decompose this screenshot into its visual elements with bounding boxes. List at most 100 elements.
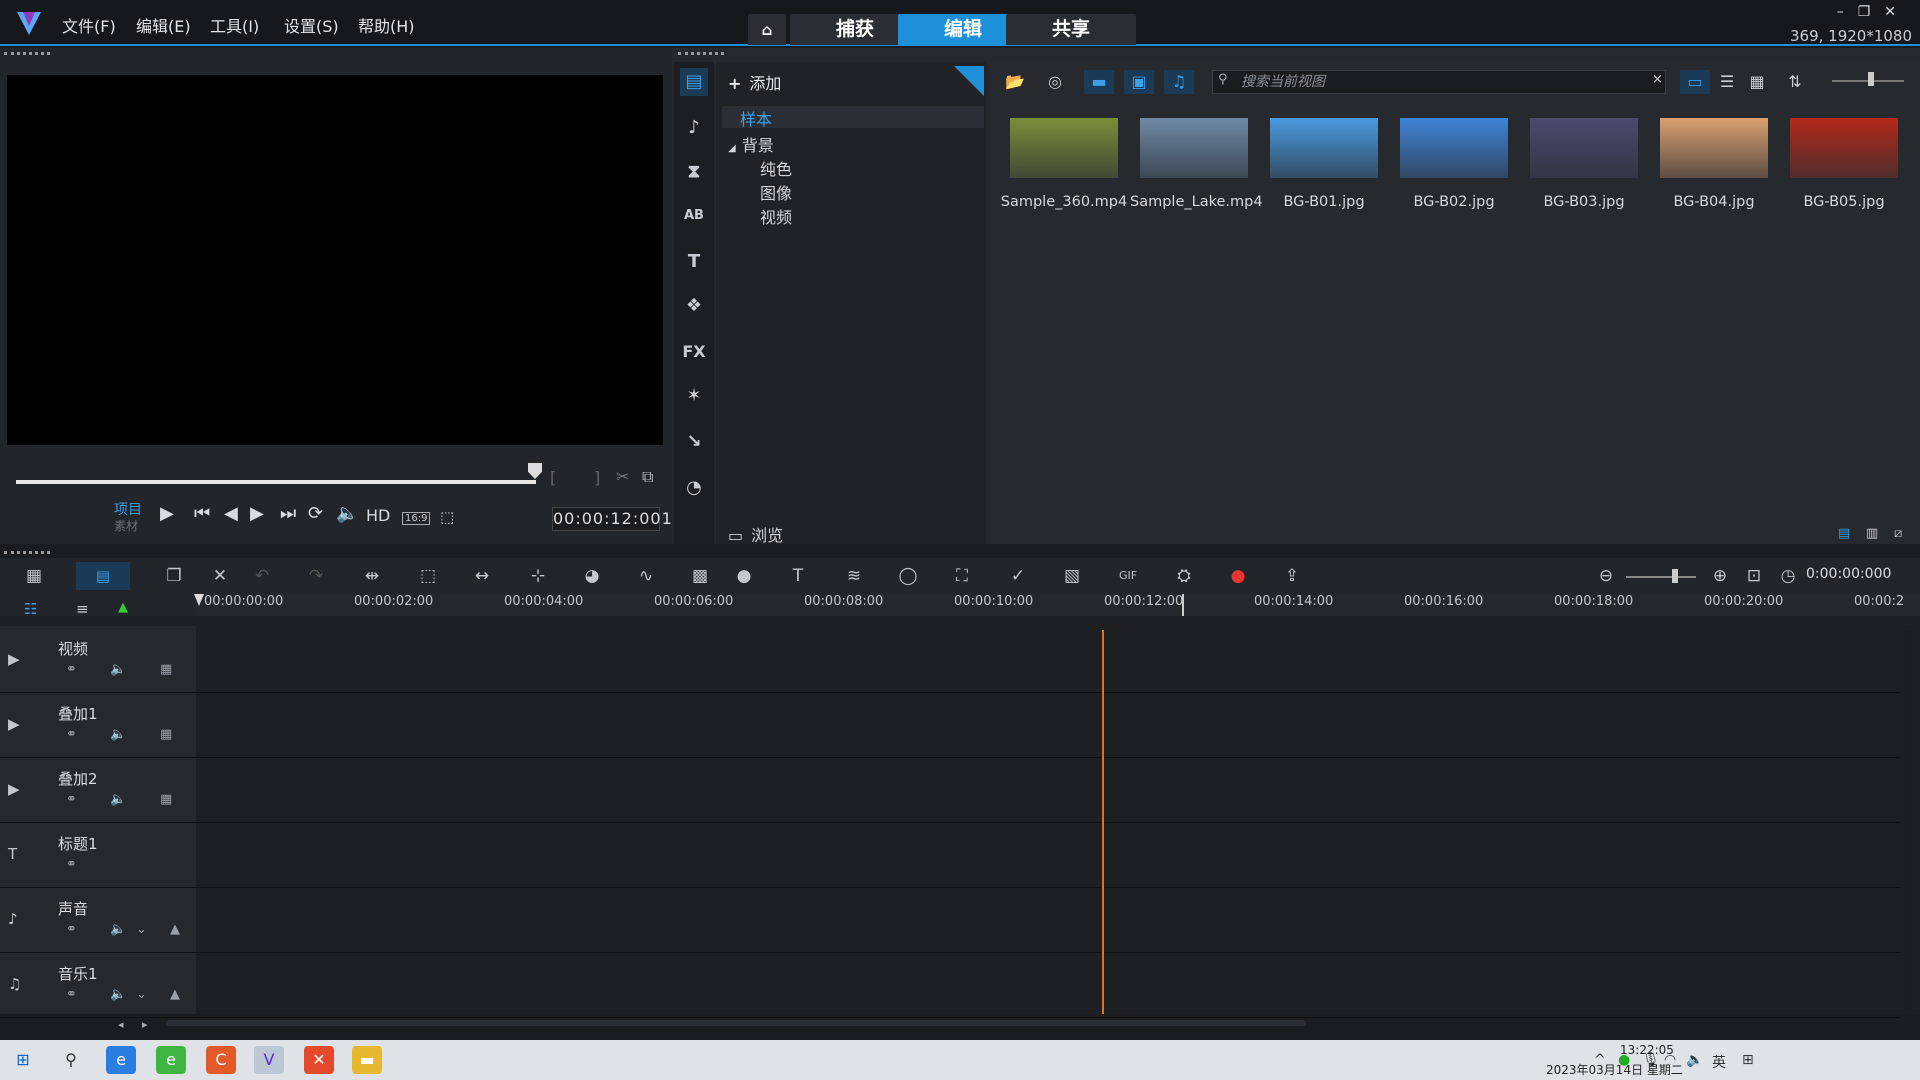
- timecode-display[interactable]: 00:00:12:001: [552, 507, 672, 531]
- multicam-icon[interactable]: ▩: [686, 564, 714, 588]
- tree-item-background[interactable]: ◢ 背景: [728, 132, 774, 156]
- timeline-track[interactable]: [0, 758, 1900, 823]
- display-mode-icon[interactable]: ⬚: [440, 508, 454, 526]
- timeline-ruler[interactable]: [196, 594, 1920, 616]
- track-transparency-icon[interactable]: ▦: [160, 792, 172, 807]
- record-voice-icon[interactable]: ●: [1224, 564, 1252, 588]
- show-photo-icon[interactable]: ▣: [1124, 70, 1154, 94]
- browse-button[interactable]: ▭ 浏览: [728, 522, 783, 546]
- timeline-view-button[interactable]: ▤: [76, 562, 130, 590]
- clock-date[interactable]: 2023年03月14日 星期二: [1546, 1061, 1683, 1078]
- ime-mode-icon[interactable]: ⊞: [1742, 1052, 1754, 1068]
- clip-mode-label[interactable]: 素材: [114, 517, 138, 534]
- mute-icon[interactable]: 🔈: [110, 727, 126, 742]
- menu-settings[interactable]: 设置(S): [284, 13, 339, 37]
- zoom-handle[interactable]: [1672, 569, 1678, 583]
- project-mode-label[interactable]: 项目: [114, 499, 142, 519]
- timeline-track[interactable]: [0, 823, 1900, 888]
- panel-layout-icon[interactable]: ▤: [1838, 526, 1850, 541]
- timeline-track[interactable]: [0, 693, 1900, 758]
- subtitle-icon[interactable]: T: [784, 564, 812, 588]
- library-thumbnail[interactable]: BG-B04.jpg: [1650, 112, 1778, 212]
- close-icon[interactable]: ✕: [1884, 4, 1910, 20]
- speed-gauge-icon[interactable]: ◔: [680, 474, 708, 502]
- ime-language[interactable]: 英: [1712, 1052, 1726, 1072]
- split-clip-icon[interactable]: ✂: [616, 467, 629, 486]
- search-taskbar-icon[interactable]: ⚲: [56, 1046, 86, 1074]
- auto-music-icon[interactable]: ✓: [1004, 564, 1032, 588]
- screen-record-icon[interactable]: ▧: [1058, 564, 1086, 588]
- end-icon[interactable]: ⏭: [280, 503, 296, 524]
- title-icon[interactable]: T: [680, 248, 708, 276]
- clock-time[interactable]: 13:22:05: [1620, 1043, 1674, 1057]
- search-input[interactable]: 搜索当前视图: [1212, 70, 1666, 94]
- home-start-icon[interactable]: ⏮: [194, 503, 210, 524]
- ripple-edit-icon[interactable]: ▲: [118, 600, 128, 615]
- timeline-track[interactable]: [0, 953, 1900, 1018]
- playhead[interactable]: [1102, 630, 1104, 1014]
- trim-icon[interactable]: ↔: [468, 564, 496, 588]
- library-thumbnail[interactable]: Sample_Lake.mp4: [1130, 112, 1263, 212]
- timeline-scrollbar[interactable]: [166, 1020, 1306, 1026]
- copy-icon[interactable]: ❐: [160, 564, 188, 588]
- browser-360-icon[interactable]: e: [156, 1046, 186, 1074]
- show-video-icon[interactable]: ▬: [1084, 70, 1114, 94]
- speaker-icon[interactable]: 🔈: [1686, 1052, 1703, 1068]
- link-icon[interactable]: ⚭: [66, 662, 77, 677]
- transition-icon[interactable]: ⧗: [680, 158, 708, 186]
- video-track-icon[interactable]: ▶: [8, 650, 20, 668]
- start-windows-icon[interactable]: ⊞: [8, 1046, 38, 1074]
- path-icon[interactable]: ↘: [680, 428, 708, 456]
- title-track-icon[interactable]: T: [8, 845, 17, 863]
- clear-search-icon[interactable]: ×: [1652, 72, 1663, 87]
- redo-icon[interactable]: ↷: [302, 564, 330, 588]
- track-priority-icon[interactable]: ▲: [170, 987, 180, 1002]
- link-icon[interactable]: ⚭: [66, 792, 77, 807]
- audio-waveform-icon[interactable]: ∿: [632, 564, 660, 588]
- voice-track-icon[interactable]: ♪: [8, 910, 18, 928]
- vertical-scrollbar[interactable]: [1904, 630, 1912, 1010]
- window-controls[interactable]: –❐✕: [1837, 4, 1910, 20]
- timeline-track[interactable]: [0, 888, 1900, 953]
- scroll-left-icon[interactable]: ◂: [118, 1018, 124, 1031]
- color-grading-icon[interactable]: ◕: [578, 564, 606, 588]
- fit-project-icon[interactable]: ⊡: [1740, 564, 1768, 588]
- zoom-slider[interactable]: [1626, 576, 1696, 578]
- add-folder-button[interactable]: + 添加: [728, 70, 781, 94]
- volume-icon[interactable]: 🔈: [336, 503, 358, 524]
- link-icon[interactable]: ⚭: [66, 857, 77, 872]
- tree-item-video[interactable]: 视频: [760, 204, 792, 228]
- track-transparency-icon[interactable]: ▦: [160, 727, 172, 742]
- overlay-track-icon[interactable]: ▶: [8, 715, 20, 733]
- graphic-icon[interactable]: ❖: [680, 292, 708, 320]
- library-thumbnail[interactable]: Sample_360.mp4: [1000, 112, 1128, 212]
- app-x-icon[interactable]: ✕: [304, 1046, 334, 1074]
- tree-item-sample[interactable]: 样本: [722, 106, 984, 129]
- camera-icon[interactable]: ⛭: [1170, 564, 1198, 588]
- tab-share[interactable]: 共享: [1006, 14, 1136, 45]
- mute-icon[interactable]: 🔈: [110, 987, 126, 1002]
- import-media-icon[interactable]: 📂: [1000, 70, 1030, 94]
- panel-grip[interactable]: [678, 52, 724, 56]
- pan-zoom-icon[interactable]: ⛶: [948, 564, 976, 588]
- tab-home[interactable]: ⌂: [748, 14, 786, 45]
- music-track-icon[interactable]: ♫: [8, 975, 21, 993]
- mute-icon[interactable]: 🔈: [110, 792, 126, 807]
- undo-icon[interactable]: ↶: [248, 564, 276, 588]
- tools-icon[interactable]: ✕: [206, 564, 234, 588]
- timeline-track[interactable]: [0, 628, 1900, 693]
- link-icon[interactable]: ⚭: [66, 987, 77, 1002]
- maximize-icon[interactable]: ❐: [1858, 4, 1885, 20]
- tree-item-solid-color[interactable]: 纯色: [760, 156, 792, 180]
- speed-remap-icon[interactable]: ≋: [840, 564, 868, 588]
- show-audio-icon[interactable]: ♫: [1164, 70, 1194, 94]
- motion-track-icon[interactable]: ⊹: [524, 564, 552, 588]
- link-icon[interactable]: ⚭: [66, 922, 77, 937]
- track-transparency-icon[interactable]: ▦: [160, 662, 172, 677]
- menu-edit[interactable]: 编辑(E): [136, 13, 191, 37]
- mute-icon[interactable]: 🔈: [110, 662, 126, 677]
- track-priority-icon[interactable]: ▲: [170, 922, 180, 937]
- magic-wand-icon[interactable]: ✶: [680, 382, 708, 410]
- zoom-out-icon[interactable]: ⊖: [1592, 564, 1620, 588]
- mark-out-icon[interactable]: ]: [594, 468, 600, 487]
